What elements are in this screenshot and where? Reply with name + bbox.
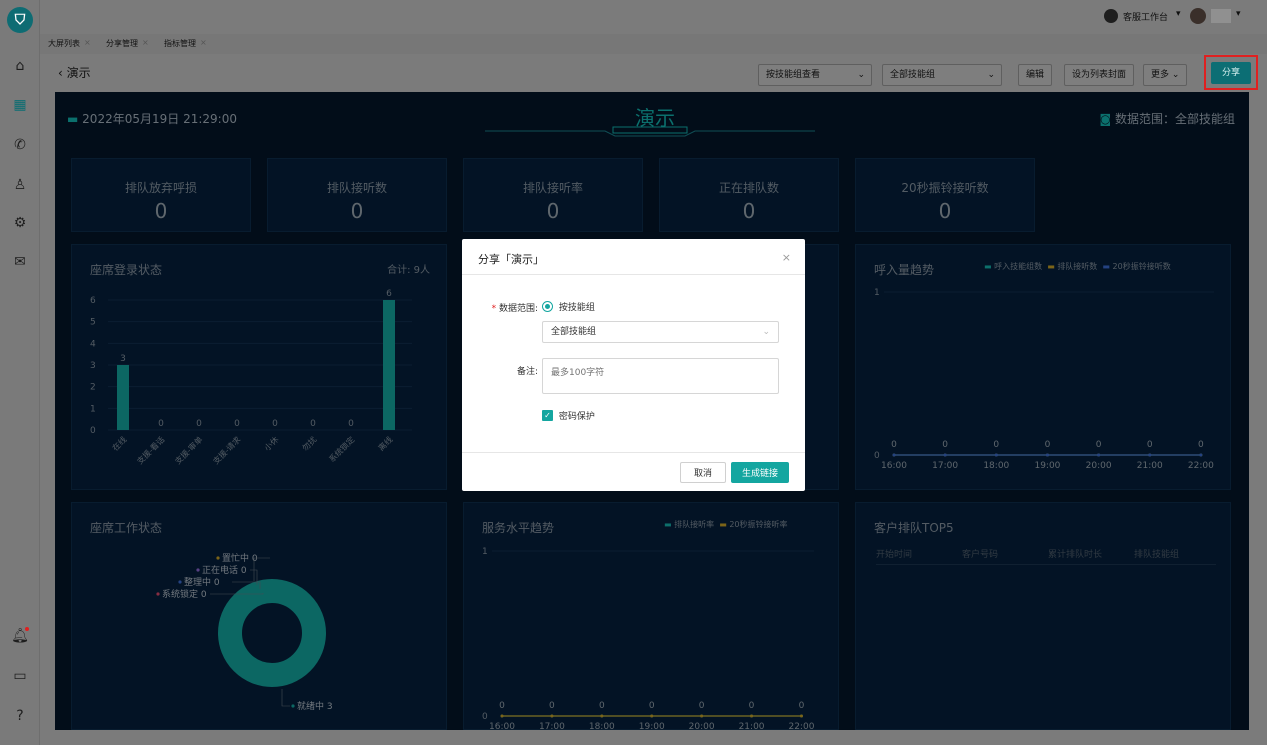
close-icon[interactable]: × — [200, 38, 207, 47]
note-input[interactable] — [542, 358, 779, 394]
user-group-icon[interactable]: ♙ — [11, 176, 29, 194]
cancel-button[interactable]: 取消 — [680, 462, 726, 483]
range-label: * 数据范围: — [491, 304, 538, 314]
tab-metric-manage[interactable]: 指标管理 — [164, 38, 196, 49]
chevron-down-icon: ⌄ — [857, 70, 865, 80]
skill-group-select[interactable]: 全部技能组 ⌄ — [882, 64, 1002, 86]
back-button[interactable]: ‹ 演示 — [58, 64, 91, 81]
bottom-bar — [40, 730, 1267, 745]
radio-checked-icon — [542, 301, 553, 312]
bell-icon[interactable]: 🔔︎ — [11, 627, 29, 645]
password-checkbox[interactable]: ✓ 密码保护 — [542, 409, 595, 422]
skill-group-select[interactable]: 全部技能组 ⌄ — [542, 321, 779, 343]
note-label: 备注: — [516, 367, 538, 377]
inbox-icon[interactable]: ▭ — [11, 667, 29, 685]
tab-screen-list[interactable]: 大屏列表 — [48, 38, 80, 49]
page-title: 演示 — [66, 66, 91, 80]
divider — [462, 274, 805, 275]
divider — [462, 452, 805, 453]
mail-icon[interactable]: ✉ — [11, 253, 29, 271]
generate-link-button[interactable]: 生成链接 — [731, 462, 789, 483]
view-mode-select[interactable]: 按技能组查看 ⌄ — [758, 64, 872, 86]
help-icon[interactable]: ? — [11, 707, 29, 725]
tab-share-manage[interactable]: 分享管理 — [106, 38, 138, 49]
topbar: 客服工作台 ▾ ▾ — [40, 0, 1267, 34]
edit-button[interactable]: 编辑 — [1018, 64, 1053, 86]
sidebar: ⛉ ⌂ ▦ ✆ ♙ ⚙ ✉ 🔔︎ ▭ ? — [0, 0, 40, 745]
gear-icon[interactable]: ⚙ — [11, 214, 29, 232]
app-logo-icon[interactable]: ⛉ — [7, 7, 33, 33]
headset-icon — [1104, 9, 1118, 23]
chevron-down-icon: ⌄ — [987, 70, 995, 80]
more-button[interactable]: 更多 ⌄ — [1143, 64, 1188, 86]
dashboard-icon[interactable]: ▦ — [11, 96, 29, 114]
set-cover-button[interactable]: 设为列表封面 — [1064, 64, 1135, 86]
workbench-label[interactable]: 客服工作台 — [1123, 10, 1168, 23]
user-name-blurred — [1211, 9, 1231, 23]
share-modal: 分享「演示」 × * 数据范围: 按技能组 全部技能组⌄ 备注: ✓ 密码保护 … — [462, 239, 805, 491]
avatar[interactable] — [1190, 8, 1206, 24]
chevron-down-icon[interactable]: ▾ — [1236, 9, 1241, 19]
checkbox-checked-icon: ✓ — [542, 410, 553, 421]
share-button[interactable]: 分享 — [1211, 62, 1251, 84]
close-icon[interactable]: × — [142, 38, 149, 47]
radio-skill-group[interactable]: 按技能组 — [542, 300, 595, 313]
tab-bar: 大屏列表 × 分享管理 × 指标管理 × — [40, 34, 1267, 54]
close-icon[interactable]: × — [84, 38, 91, 47]
chevron-down-icon: ⌄ — [762, 327, 770, 337]
home-icon[interactable]: ⌂ — [11, 57, 29, 75]
page-header: ‹ 演示 按技能组查看 ⌄ 全部技能组 ⌄ 编辑 设为列表封面 更多 ⌄ 分享 — [40, 54, 1267, 92]
modal-title: 分享「演示」 — [478, 253, 544, 266]
chevron-down-icon[interactable]: ▾ — [1176, 9, 1181, 19]
phone-icon[interactable]: ✆ — [11, 136, 29, 154]
close-icon[interactable]: × — [782, 251, 791, 264]
